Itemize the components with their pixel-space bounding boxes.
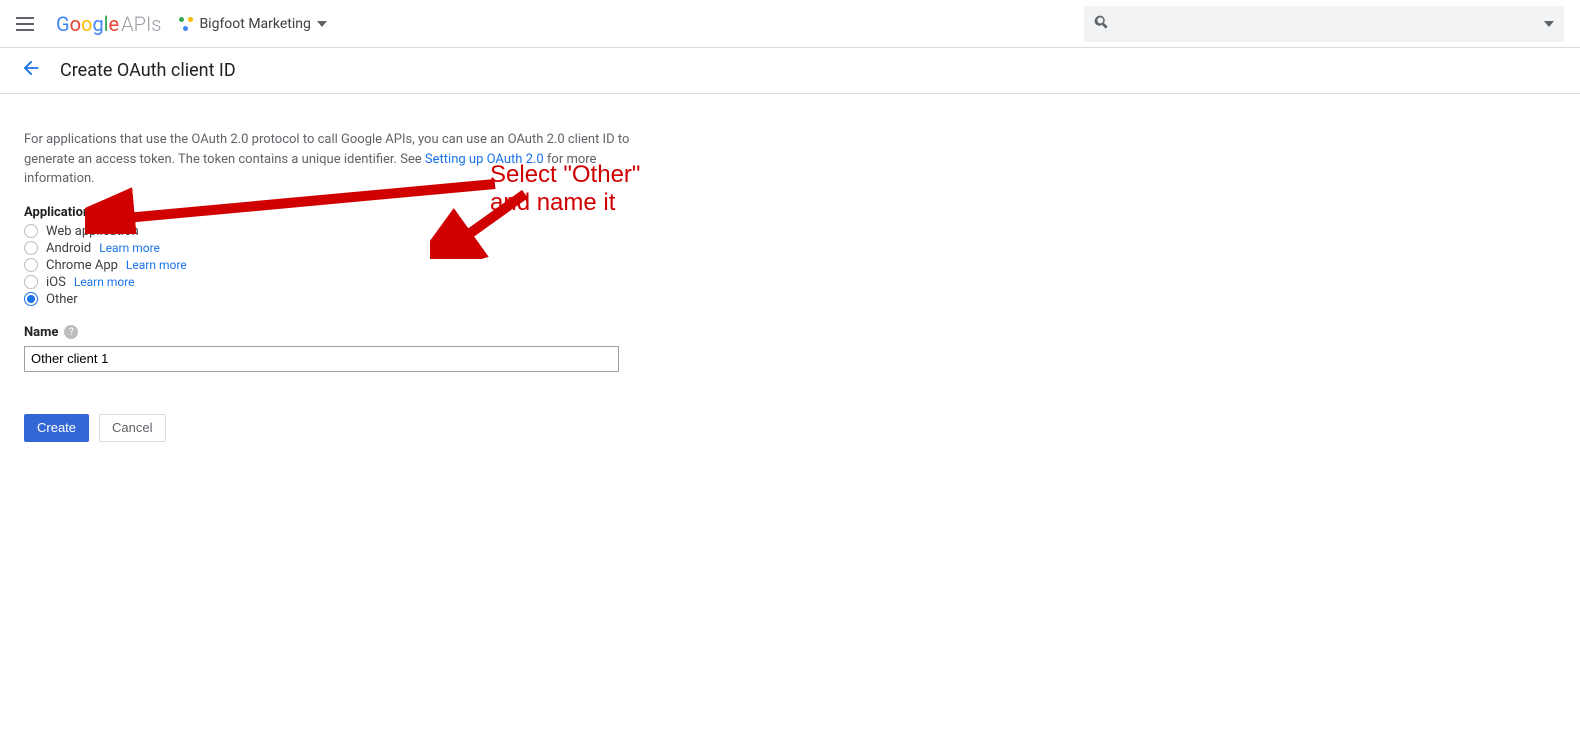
name-label: Name [24,325,58,340]
learn-more-link[interactable]: Learn more [126,258,187,272]
project-icon [179,17,193,31]
project-selector[interactable]: Bigfoot Marketing [173,12,332,36]
radio-icon[interactable] [24,258,38,272]
radio-other[interactable]: Other [24,292,636,307]
caret-down-icon [317,21,327,27]
hamburger-menu-icon[interactable] [16,12,40,36]
create-button[interactable]: Create [24,414,89,442]
radio-label: Web application [46,224,139,239]
radio-label: iOS [46,275,66,290]
back-arrow-icon[interactable] [20,57,42,84]
info-text: For applications that use the OAuth 2.0 … [24,130,636,189]
radio-icon[interactable] [24,224,38,238]
radio-ios[interactable]: iOS Learn more [24,275,636,290]
content: For applications that use the OAuth 2.0 … [0,94,660,478]
radio-icon[interactable] [24,241,38,255]
sub-header: Create OAuth client ID [0,48,1580,94]
google-apis-logo[interactable]: Google APIs [56,12,161,36]
help-icon[interactable]: ? [64,325,78,339]
learn-more-link[interactable]: Learn more [74,275,135,289]
name-input[interactable] [24,346,619,372]
application-type-label: Application type [24,205,636,220]
page-title: Create OAuth client ID [60,60,236,81]
cancel-button[interactable]: Cancel [99,414,165,442]
search-container [1084,6,1564,42]
project-name: Bigfoot Marketing [199,16,310,32]
radio-chrome-app[interactable]: Chrome App Learn more [24,258,636,273]
button-row: Create Cancel [24,414,636,442]
search-icon[interactable] [1094,14,1110,34]
radio-android[interactable]: Android Learn more [24,241,636,256]
setup-oauth-link[interactable]: Setting up OAuth 2.0 [425,152,544,167]
radio-icon[interactable] [24,292,38,306]
name-row: Name ? [24,325,636,340]
radio-icon[interactable] [24,275,38,289]
top-bar: Google APIs Bigfoot Marketing [0,0,1580,48]
learn-more-link[interactable]: Learn more [99,241,160,255]
radio-list: Web application Android Learn more Chrom… [24,224,636,307]
radio-label: Chrome App [46,258,118,273]
radio-label: Android [46,241,91,256]
search-dropdown-icon[interactable] [1544,21,1554,27]
search-input[interactable] [1120,16,1534,32]
radio-web-application[interactable]: Web application [24,224,636,239]
radio-label: Other [46,292,78,307]
